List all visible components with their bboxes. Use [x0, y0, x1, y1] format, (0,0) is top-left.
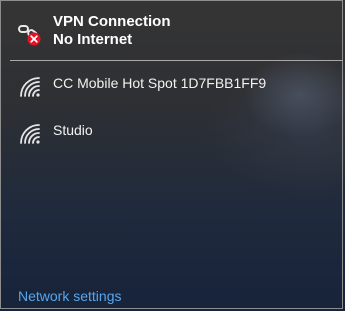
wifi-icon [18, 122, 42, 146]
network-name: Studio [53, 122, 93, 138]
network-flyout: VPN Connection No Internet CC Mobile Hot… [0, 0, 345, 311]
vpn-connection-item[interactable]: VPN Connection No Internet [0, 0, 343, 60]
network-name: CC Mobile Hot Spot 1D7FBB1FF9 [53, 75, 267, 91]
divider [10, 60, 343, 61]
wifi-icon [18, 75, 42, 99]
vpn-disconnected-icon [17, 22, 47, 48]
network-item[interactable]: Studio [0, 110, 343, 154]
vpn-connection-name: VPN Connection [53, 13, 171, 30]
network-settings-link[interactable]: Network settings [18, 287, 121, 305]
vpn-connection-status: No Internet [53, 31, 133, 48]
network-item[interactable]: CC Mobile Hot Spot 1D7FBB1FF9 [0, 63, 343, 107]
